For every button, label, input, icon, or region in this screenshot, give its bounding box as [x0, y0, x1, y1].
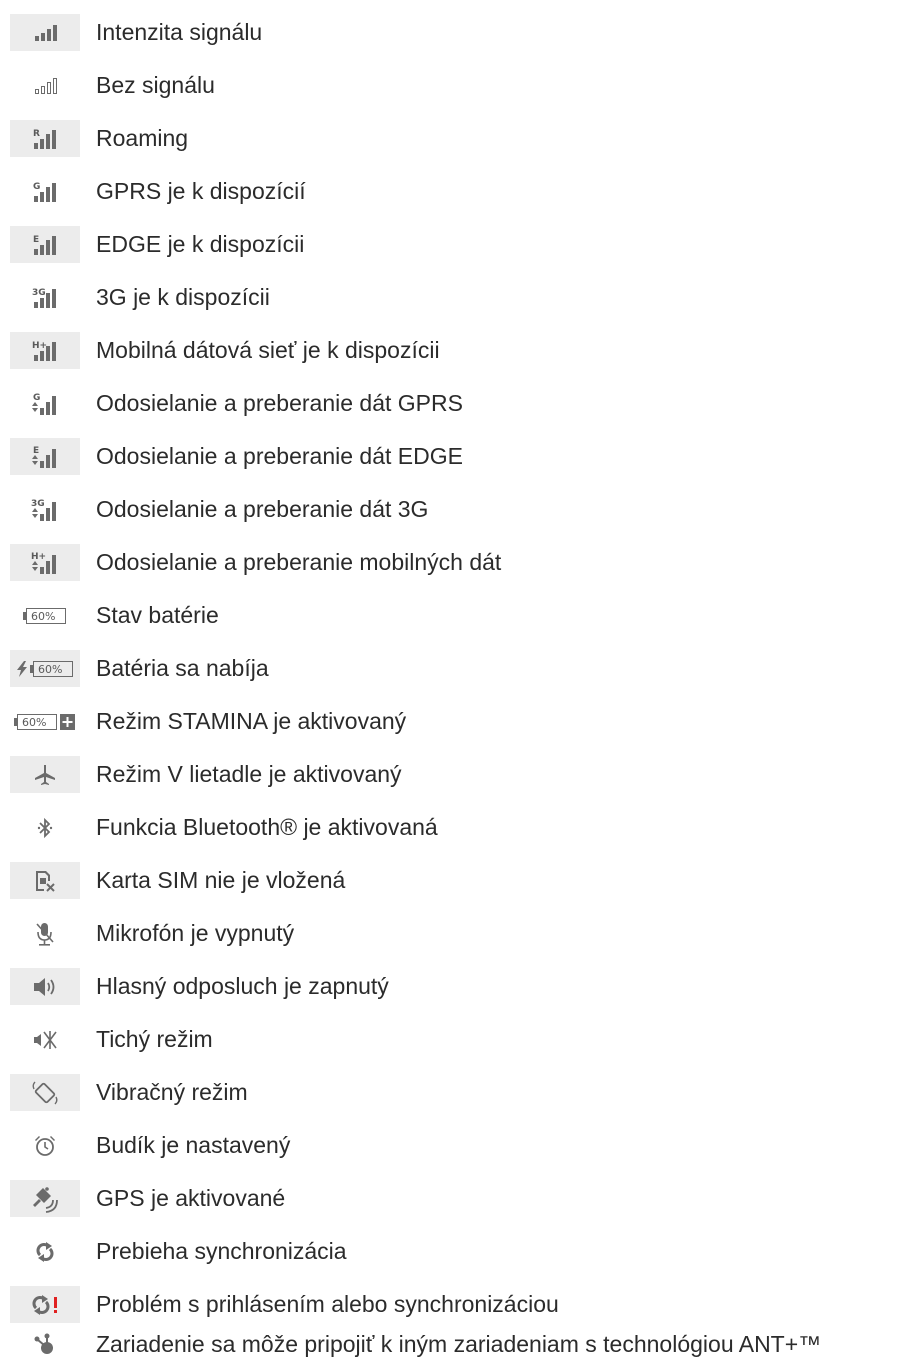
list-item: Budík je nastavený	[0, 1119, 908, 1172]
item-label: Zariadenie sa môže pripojiť k iným zaria…	[96, 1331, 822, 1357]
list-item: H+ Mobilná dátová sieť je k dispozícii	[0, 324, 908, 377]
edge-available-icon: E	[10, 226, 80, 263]
list-item: 3G Odosielanie a preberanie dát 3G	[0, 483, 908, 536]
item-label: Karta SIM nie je vložená	[96, 867, 346, 893]
bluetooth-icon	[10, 809, 80, 846]
item-label: Odosielanie a preberanie dát GPRS	[96, 390, 463, 416]
list-item: Mikrofón je vypnutý	[0, 907, 908, 960]
battery-status-icon: 60%	[10, 597, 80, 634]
no-signal-icon	[10, 67, 80, 104]
alarm-clock-icon	[10, 1127, 80, 1164]
battery-percent: 60%	[31, 610, 55, 623]
3g-available-icon: 3G	[10, 279, 80, 316]
vibrate-mode-icon	[10, 1074, 80, 1111]
ant-plus-icon	[10, 1326, 80, 1363]
list-item: 60% Režim STAMINA je aktivovaný	[0, 695, 908, 748]
sync-icon	[10, 1233, 80, 1270]
item-label: Mikrofón je vypnutý	[96, 920, 295, 946]
airplane-mode-icon	[10, 756, 80, 793]
signal-strength-icon	[10, 14, 80, 51]
3g-letter: 3G	[31, 499, 45, 509]
item-label: GPRS je k dispozícií	[96, 178, 306, 204]
item-label: Stav batérie	[96, 602, 219, 628]
list-item: Tichý režim	[0, 1013, 908, 1066]
gprs-letter: G	[33, 393, 40, 403]
list-item: 3G 3G je k dispozícii	[0, 271, 908, 324]
item-label: 3G je k dispozícii	[96, 284, 270, 310]
list-item: GPS je aktivované	[0, 1172, 908, 1225]
edge-transfer-icon: E	[10, 438, 80, 475]
list-item: Zariadenie sa môže pripojiť k iným zaria…	[0, 1318, 908, 1371]
battery-charging-icon: 60%	[10, 650, 80, 687]
roaming-letter: R	[33, 129, 40, 139]
list-item: Hlasný odposluch je zapnutý	[0, 960, 908, 1013]
list-item: E Odosielanie a preberanie dát EDGE	[0, 430, 908, 483]
list-item: Karta SIM nie je vložená	[0, 854, 908, 907]
item-label: Hlasný odposluch je zapnutý	[96, 973, 389, 999]
speakerphone-icon	[10, 968, 80, 1005]
item-label: Prebieha synchronizácia	[96, 1238, 347, 1264]
stamina-mode-icon: 60%	[10, 703, 80, 740]
edge-letter: E	[33, 446, 39, 456]
item-label: Roaming	[96, 125, 189, 151]
edge-letter: E	[33, 235, 39, 245]
item-label: Odosielanie a preberanie mobilných dát	[96, 549, 502, 575]
gprs-available-icon: G	[10, 173, 80, 210]
list-item: Funkcia Bluetooth® je aktivovaná	[0, 801, 908, 854]
item-label: Tichý režim	[96, 1026, 213, 1052]
item-label: Odosielanie a preberanie dát EDGE	[96, 443, 463, 469]
item-label: Bez signálu	[96, 72, 215, 98]
silent-mode-icon	[10, 1021, 80, 1058]
battery-percent: 60%	[38, 663, 62, 676]
list-item: 60% Stav batérie	[0, 589, 908, 642]
item-label: Budík je nastavený	[96, 1132, 291, 1158]
mobile-data-available-icon: H+	[10, 332, 80, 369]
gprs-letter: G	[33, 182, 40, 192]
list-item: Režim V lietadle je aktivovaný	[0, 748, 908, 801]
list-item: R Roaming	[0, 112, 908, 165]
item-label: Mobilná dátová sieť je k dispozícii	[96, 337, 440, 363]
hplus-letter: H+	[31, 552, 46, 562]
roaming-icon: R	[10, 120, 80, 157]
3g-letter: 3G	[32, 288, 46, 298]
item-label: Odosielanie a preberanie dát 3G	[96, 496, 429, 522]
mobile-data-transfer-icon: H+	[10, 544, 80, 581]
item-label: Režim STAMINA je aktivovaný	[96, 708, 407, 734]
microphone-muted-icon	[10, 915, 80, 952]
list-item: 60% Batéria sa nabíja	[0, 642, 908, 695]
list-item: G GPRS je k dispozícií	[0, 165, 908, 218]
gprs-transfer-icon: G	[10, 385, 80, 422]
gps-icon	[10, 1180, 80, 1217]
item-label: EDGE je k dispozícii	[96, 231, 305, 257]
item-label: Režim V lietadle je aktivovaný	[96, 761, 402, 787]
list-item: Vibračný režim	[0, 1066, 908, 1119]
list-item: E EDGE je k dispozícii	[0, 218, 908, 271]
3g-transfer-icon: 3G	[10, 491, 80, 528]
list-item: Intenzita signálu	[0, 6, 908, 59]
list-item: G Odosielanie a preberanie dát GPRS	[0, 377, 908, 430]
list-item: Prebieha synchronizácia	[0, 1225, 908, 1278]
hplus-letter: H+	[32, 341, 47, 351]
list-item: H+ Odosielanie a preberanie mobilných dá…	[0, 536, 908, 589]
item-label: Vibračný režim	[96, 1079, 248, 1105]
item-label: Batéria sa nabíja	[96, 655, 269, 681]
battery-percent: 60%	[22, 716, 46, 729]
list-item: Bez signálu	[0, 59, 908, 112]
no-sim-icon	[10, 862, 80, 899]
item-label: Intenzita signálu	[96, 19, 263, 45]
item-label: GPS je aktivované	[96, 1185, 286, 1211]
item-label: Funkcia Bluetooth® je aktivovaná	[96, 814, 438, 840]
